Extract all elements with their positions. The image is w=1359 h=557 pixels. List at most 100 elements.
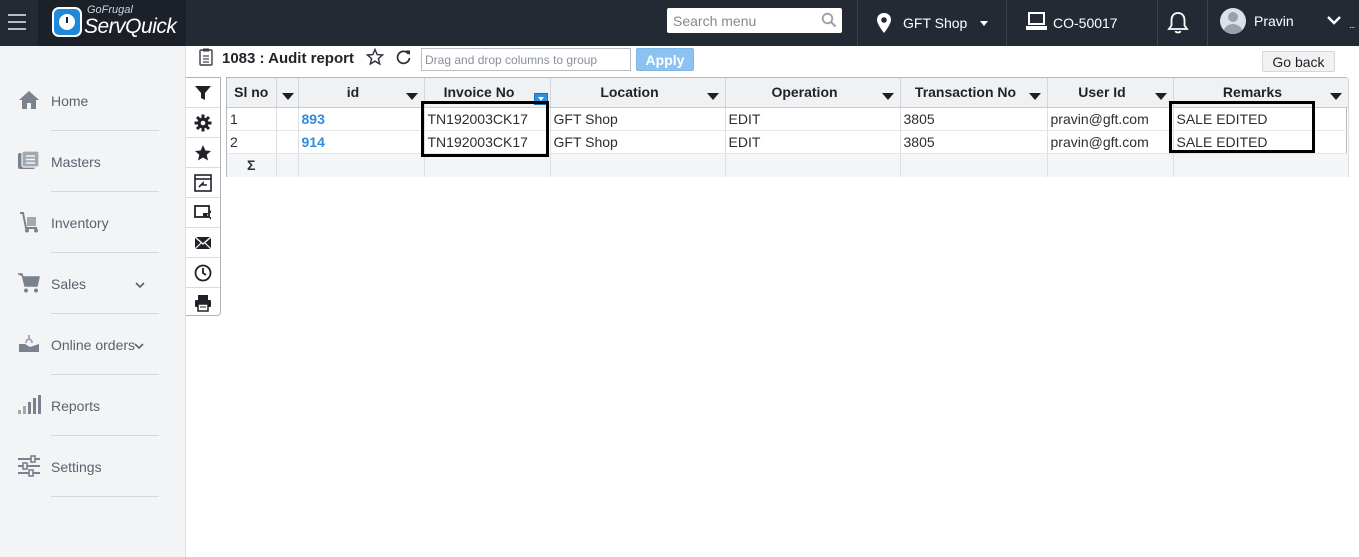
column-header-label: id [346,84,360,101]
search-input[interactable] [667,8,817,33]
column-header-sl-no-menu[interactable] [276,78,299,108]
column-menu-caret-icon[interactable] [1028,93,1041,100]
sidebar-item-inventory[interactable]: Inventory [0,192,186,253]
sidebar-item-online-orders[interactable]: Online orders [0,314,186,375]
column-header-label: Sl no [234,84,269,101]
column-menu-caret-icon[interactable] [881,93,894,100]
audit-report-grid: Sl no id Invoice No Location Operation T… [226,77,1349,177]
chevron-down-icon[interactable] [1327,15,1341,25]
filter-tool[interactable] [186,78,220,108]
sidebar-item-settings[interactable]: Settings [0,436,186,497]
column-menu-caret-icon[interactable] [405,93,418,100]
column-header-transaction-no[interactable]: Transaction No [900,78,1048,108]
location-cell: GFT Shop [550,107,726,131]
sidebar-item-label: Sales [51,276,87,292]
sl-no-cell: 2 [227,130,277,154]
sidebar-item-label: Masters [51,154,101,170]
top-separator [1157,0,1158,46]
column-menu-caret-icon[interactable] [1329,93,1342,100]
column-menu-caret-icon[interactable] [281,93,294,100]
transaction-no-cell: 3805 [900,107,1048,131]
spacer-cell [276,107,299,131]
cart-icon [18,273,40,293]
column-header-id[interactable]: id [298,78,425,108]
table-row[interactable]: 2 914 TN192003CK17 GFT Shop EDIT 3805 pr… [227,130,1349,154]
grid-toolbar [186,77,221,316]
sidebar: Home Masters Inventory Sales Online orde… [0,46,186,557]
user-id-cell: pravin@gft.com [1047,130,1174,154]
hamburger-menu-icon[interactable] [0,0,38,46]
sidebar-item-label: Reports [51,398,101,414]
column-header-label: Transaction No [914,84,1017,101]
sidebar-item-label: Online orders [51,337,136,353]
more-dots[interactable]: ... [1349,20,1355,31]
operation-cell: EDIT [725,130,901,154]
report-icon [199,48,213,66]
id-link[interactable]: 914 [298,130,425,154]
footer-cell [1173,153,1349,177]
footer-cell [550,153,726,177]
column-menu-caret-icon[interactable] [1154,93,1167,100]
settings-tool[interactable] [186,108,220,138]
favorite-star-icon[interactable] [366,48,384,66]
footer-cell [276,153,299,177]
table-row[interactable]: 1 893 TN192003CK17 GFT Shop EDIT 3805 pr… [227,107,1349,131]
refresh-icon[interactable] [396,49,411,65]
clock-icon [194,264,212,282]
column-header-operation[interactable]: Operation [725,78,901,108]
top-separator [857,0,858,46]
print-tool[interactable] [186,288,220,318]
export-tool[interactable] [186,198,220,228]
footer-cell [725,153,901,177]
column-chooser-icon [194,174,212,192]
caret-down-icon [980,21,988,26]
id-link[interactable]: 893 [298,107,425,131]
invoice-no-cell: TN192003CK17 [424,107,551,131]
active-filter-icon[interactable] [533,93,548,105]
export-icon [194,205,211,220]
footer-cell [900,153,1048,177]
sidebar-item-masters[interactable]: Masters [0,131,186,192]
sidebar-item-label: Home [51,93,89,109]
column-chooser-tool[interactable] [186,168,220,198]
search-icon[interactable] [821,12,837,28]
sigma-summary-icon[interactable]: Σ [227,153,277,177]
apply-button[interactable]: Apply [636,48,694,71]
sidebar-item-reports[interactable]: Reports [0,375,186,436]
column-header-remarks[interactable]: Remarks [1173,78,1349,108]
schedule-tool[interactable] [186,258,220,288]
column-header-location[interactable]: Location [550,78,726,108]
favorites-tool[interactable] [186,138,220,168]
sidebar-item-home[interactable]: Home [0,70,186,131]
sliders-icon [18,455,40,477]
column-header-label: User Id [1078,84,1126,101]
footer-cell [298,153,425,177]
spacer-cell [276,130,299,154]
column-menu-caret-icon[interactable] [706,93,719,100]
sidebar-item-sales[interactable]: Sales [0,253,186,314]
filter-icon [195,86,211,100]
star-icon [195,145,211,161]
column-header-label: Operation [771,84,838,101]
sidebar-item-label: Settings [51,459,102,475]
masters-icon [18,150,40,169]
chevron-down-icon [134,343,144,350]
email-tool[interactable] [186,228,220,258]
top-separator [1006,0,1007,46]
notification-bell-icon[interactable] [1167,11,1189,35]
column-header-invoice-no[interactable]: Invoice No [424,78,551,108]
location-pin-icon [877,13,891,33]
remarks-cell: SALE EDITED [1173,130,1349,154]
column-header-sl-no[interactable]: Sl no [227,78,277,108]
summary-footer-row: Σ [227,153,1349,177]
group-by-dropzone-input[interactable] [421,48,631,71]
mail-icon [194,236,212,250]
print-icon [195,295,211,312]
remarks-cell: SALE EDITED [1173,107,1349,131]
column-header-user-id[interactable]: User Id [1047,78,1174,108]
brand-logo[interactable]: GoFrugal ServQuick [38,0,186,46]
logo-clock-icon [52,7,82,37]
go-back-button[interactable]: Go back [1262,51,1335,72]
top-bar: GoFrugal ServQuick GFT Shop CO-50017 Pra [0,0,1359,46]
avatar [1220,8,1246,34]
